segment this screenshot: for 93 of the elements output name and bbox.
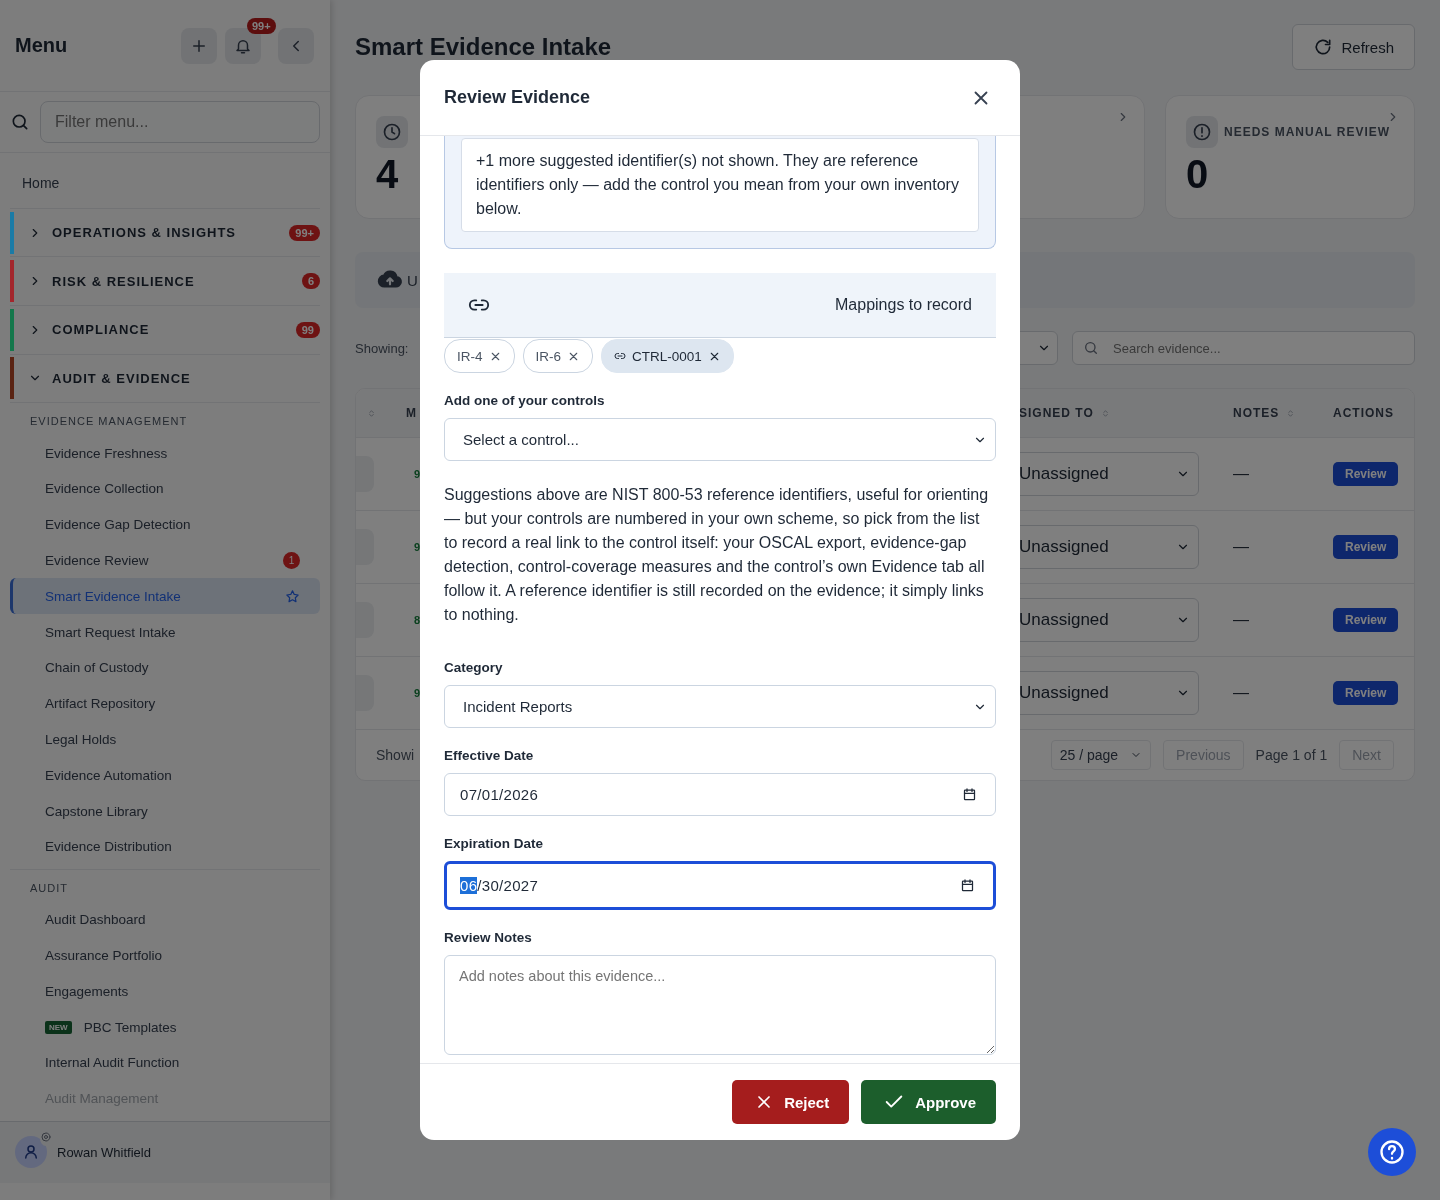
sidebar-item[interactable]: Artifact Repository: [10, 685, 320, 722]
stat-label: NEEDS MANUAL REVIEW: [1224, 125, 1391, 139]
stat-value: 0: [1186, 152, 1209, 197]
menu-title: Menu: [15, 34, 69, 58]
alert-icon: [1192, 122, 1212, 142]
sidebar-item[interactable]: Engagements: [10, 973, 320, 1010]
sidebar-item[interactable]: Chain of Custody: [10, 649, 320, 686]
section-heading: EVIDENCE MANAGEMENT: [29, 414, 189, 430]
score-cell: 9: [414, 541, 421, 553]
column-header[interactable]: ACTIONS: [1333, 406, 1394, 420]
menu-group[interactable]: AUDIT & EVIDENCE: [14, 357, 320, 400]
menu-group[interactable]: OPERATIONS & INSIGHTS 99+: [14, 211, 320, 254]
sidebar-item[interactable]: Capstone Library: [10, 793, 320, 829]
stat-value: 4: [376, 152, 399, 197]
help-button[interactable]: [1368, 1128, 1416, 1176]
count-badge: 99: [295, 321, 320, 338]
sidebar-item[interactable]: Evidence Review 1: [10, 542, 320, 579]
search-icon: [10, 112, 30, 132]
star-icon: [285, 588, 300, 604]
sidebar-item[interactable]: Audit Dashboard: [10, 901, 320, 938]
showing-label: Showing:: [355, 340, 410, 356]
search-field[interactable]: Search evidence...: [1072, 331, 1415, 365]
review-button[interactable]: Review: [1333, 535, 1399, 559]
help-icon: [1378, 1138, 1406, 1166]
stat-card[interactable]: NEEDS MANUAL REVIEW 0: [1165, 95, 1415, 219]
search-icon: [1083, 340, 1099, 356]
count-badge: 99+: [289, 224, 320, 241]
mapping-chip[interactable]: IR-6: [522, 339, 594, 373]
dialog-title: Review Evidence: [444, 87, 591, 108]
refresh-icon: [1313, 37, 1334, 57]
add-button[interactable]: [181, 27, 217, 64]
mapping-chip[interactable]: IR-4: [444, 339, 515, 373]
sidebar-item[interactable]: Assurance Portfolio: [10, 937, 320, 974]
field-label: Category: [444, 660, 504, 675]
notice-text: +1 more suggested identifier(s) not shown. They are reference identifiers only — add the control you mean from your own inventory below.: [461, 138, 979, 232]
sidebar-item[interactable]: Smart Request Intake: [10, 614, 320, 650]
sidebar-item[interactable]: Internal Audit Function: [10, 1044, 320, 1081]
review-button[interactable]: Review: [1333, 608, 1399, 632]
field-label: Review Notes: [444, 930, 533, 945]
notes-cell-text: —: [1232, 611, 1250, 629]
field-label: Expiration Date: [444, 836, 545, 851]
sidebar-item[interactable]: Evidence Automation: [10, 757, 320, 794]
field-label: Effective Date: [444, 748, 535, 763]
reject-button[interactable]: Reject: [732, 1080, 850, 1124]
sidebar-item[interactable]: NEW PBC Templates: [10, 1009, 320, 1045]
page-title: Smart Evidence Intake: [355, 33, 612, 61]
user-name: Rowan Whitfield: [57, 1144, 151, 1160]
notes-field[interactable]: Add notes about this evidence...: [444, 955, 996, 1055]
select-field[interactable]: Select a control...: [444, 418, 996, 461]
help-text: Suggestions above are NIST 800-53 reference identifiers, useful for orienting — but your controls are numbered in your own scheme, so pick from the list to record a real link to the control itself: your OSCAL export, evidence-gap detection, control-coverage measures and the control’s own Evidence tab all follow it. A reference identifier is still recorded on the evidence; it simply links to nothing.: [444, 485, 990, 625]
sidebar-item[interactable]: Evidence Distribution: [10, 828, 320, 865]
refresh-button[interactable]: Refresh: [1292, 24, 1415, 70]
count-badge: 1: [283, 551, 300, 569]
calendar-icon: [960, 878, 975, 893]
score-cell: 8: [414, 614, 421, 626]
notes-cell-text: —: [1232, 465, 1250, 483]
date-field[interactable]: 07/01/2026: [444, 773, 996, 816]
notes-cell-text: —: [1232, 684, 1250, 702]
user-icon: [22, 1143, 40, 1162]
field-label: Add one of your controls: [444, 393, 606, 408]
notification-badge: 99+: [247, 17, 276, 34]
score-cell: 9: [414, 687, 421, 699]
section-heading: AUDIT: [29, 880, 69, 896]
sidebar-item[interactable]: Legal Holds: [10, 721, 320, 758]
new-tag: NEW: [45, 1020, 72, 1034]
menu-group[interactable]: RISK & RESILIENCE 6: [14, 260, 320, 303]
column-header[interactable]: SIGNED TO: [1019, 406, 1094, 420]
review-button[interactable]: Review: [1333, 462, 1399, 486]
select-field[interactable]: Incident Reports: [444, 685, 996, 728]
filter-field[interactable]: Filter menu...: [40, 101, 320, 143]
menu-group[interactable]: COMPLIANCE 99: [14, 308, 320, 351]
upload-label: U: [407, 271, 418, 289]
notes-cell-text: —: [1232, 538, 1250, 556]
page-size-select[interactable]: 25 / page: [1050, 740, 1152, 770]
gear-icon: [40, 1131, 52, 1144]
column-header[interactable]: M: [406, 406, 417, 420]
approve-button[interactable]: Approve: [861, 1080, 996, 1124]
sidebar-item[interactable]: Smart Evidence Intake: [10, 578, 320, 615]
score-cell: 9: [414, 468, 421, 480]
mapping-chip[interactable]: CTRL-0001: [601, 339, 734, 373]
link-icon: [614, 350, 627, 362]
sidebar-item[interactable]: Evidence Freshness: [10, 435, 320, 471]
mappings-title: Mappings to record: [835, 296, 972, 314]
column-header[interactable]: NOTES: [1233, 406, 1280, 420]
clock-icon: [382, 122, 402, 142]
sidebar-item[interactable]: Evidence Gap Detection: [10, 506, 320, 543]
pagination-summary: Showi: [376, 747, 415, 763]
review-button[interactable]: Review: [1333, 681, 1399, 705]
sidebar-item[interactable]: Evidence Collection: [10, 471, 320, 507]
calendar-icon: [962, 787, 977, 802]
count-badge: 6: [301, 273, 320, 290]
page-indicator: Page 1 of 1: [1255, 747, 1328, 763]
home-link[interactable]: Home: [0, 152, 330, 208]
